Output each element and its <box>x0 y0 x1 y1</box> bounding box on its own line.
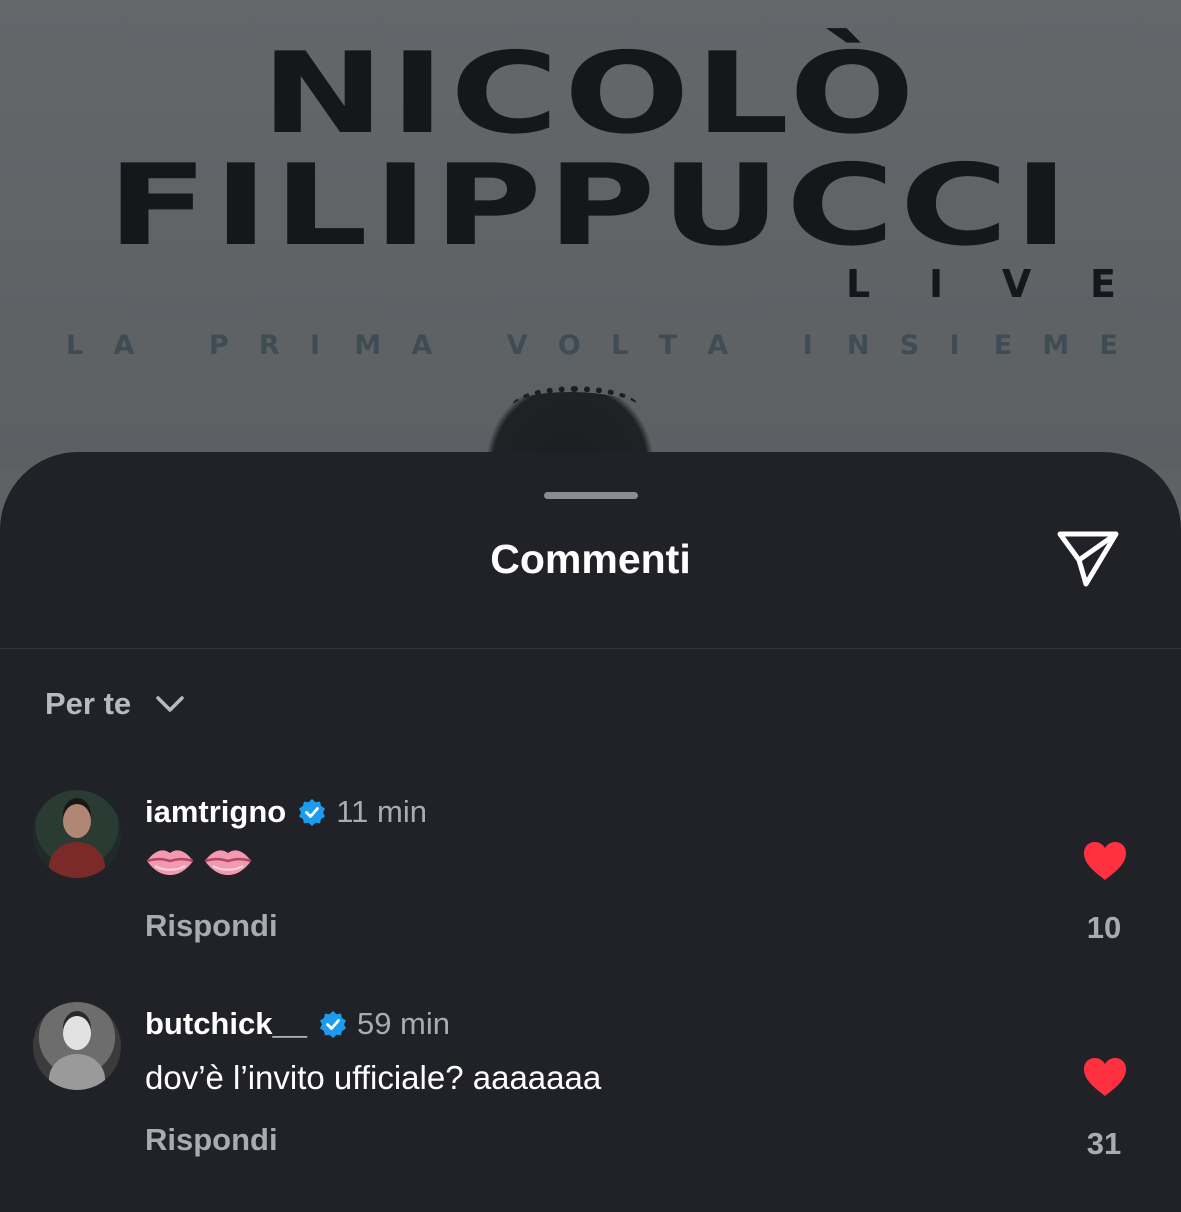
sort-dropdown[interactable]: Per te <box>45 684 185 724</box>
avatar-figure <box>49 1054 105 1090</box>
lips-emoji-icon <box>204 850 252 875</box>
poster-subtitle-letter: M <box>354 330 382 361</box>
sort-label: Per te <box>45 686 132 721</box>
send-icon <box>1057 531 1119 587</box>
avatar[interactable] <box>33 790 121 878</box>
comment-text <box>145 844 253 887</box>
poster-subtitle-letter: P <box>208 330 229 361</box>
comment-header: butchick__ 59 min <box>145 1004 450 1044</box>
poster-subtitle-letter: I <box>949 330 960 361</box>
heart-icon[interactable] <box>1082 1056 1128 1098</box>
comment-username[interactable]: iamtrigno <box>145 794 286 830</box>
poster-live-letter: V <box>1001 262 1032 306</box>
reply-button[interactable]: Rispondi <box>145 908 278 944</box>
poster-live-letter: L <box>846 262 871 306</box>
poster-subtitle-letter: T <box>658 330 677 361</box>
poster-subtitle-letter: V <box>506 330 528 361</box>
reply-button[interactable]: Rispondi <box>145 1122 278 1158</box>
avatar[interactable] <box>33 1002 121 1090</box>
poster-subtitle-letter <box>165 332 179 360</box>
lips-emoji-icon <box>146 850 194 875</box>
verified-badge-icon <box>319 1011 346 1038</box>
comments-sheet: Commenti Per te iamtrigno 11 min Rispond… <box>0 452 1181 1212</box>
verified-badge-icon <box>299 799 326 826</box>
poster-subtitle-letter: M <box>1042 330 1070 361</box>
poster-subtitle-letter: A <box>113 330 135 361</box>
poster-subtitle-letter: L <box>66 330 84 361</box>
share-button[interactable] <box>1052 526 1124 592</box>
poster-subtitle-letter: N <box>846 330 870 361</box>
sheet-drag-handle[interactable] <box>544 492 638 499</box>
comment-item: iamtrigno 11 min Rispondi 10 <box>0 790 1181 990</box>
avatar-face <box>63 1016 91 1050</box>
like-count: 31 <box>1086 1126 1122 1161</box>
poster-subtitle-letter: E <box>1099 330 1118 361</box>
poster-subtitle-letter: L <box>611 330 629 361</box>
header-divider <box>0 648 1181 649</box>
comment-time: 59 min <box>356 1006 450 1041</box>
poster-subtitle-letter: O <box>557 330 581 361</box>
poster-subtitle-letter <box>758 332 772 360</box>
poster-subtitle-letter: I <box>802 330 813 361</box>
poster-subtitle-letter: S <box>899 330 920 361</box>
poster-subtitle-letter: A <box>707 330 729 361</box>
poster-title-line2: FILIPPUCCI <box>107 141 1074 271</box>
avatar-face <box>63 804 91 838</box>
chevron-down-icon <box>156 696 184 712</box>
poster-live-letter: E <box>1090 262 1116 306</box>
avatar-figure <box>49 842 105 878</box>
poster-title-line1: NICOLÒ <box>260 29 921 159</box>
poster-live-text: L I V E <box>846 264 1116 304</box>
poster-subtitle-letter: R <box>258 330 280 361</box>
poster-subtitle-letter <box>463 332 477 360</box>
poster-subtitle-letter: E <box>993 330 1013 361</box>
poster-image: NICOLÒ FILIPPUCCI L I V E LA PRIMA VOLTA… <box>0 0 1181 470</box>
like-count: 10 <box>1086 910 1122 945</box>
comment-item: butchick__ 59 min dov’è l’invito ufficia… <box>0 1002 1181 1202</box>
comment-text: dov’è l’invito ufficiale? aaaaaaa <box>145 1059 602 1096</box>
poster-subtitle: LA PRIMA VOLTA INSIEME <box>66 332 1118 360</box>
comment-header: iamtrigno 11 min <box>145 792 427 832</box>
poster-subtitle-letter: A <box>411 330 433 361</box>
poster-subtitle-letter: I <box>309 330 321 361</box>
heart-icon[interactable] <box>1082 840 1128 882</box>
comment-username[interactable]: butchick__ <box>145 1006 307 1042</box>
comment-time: 11 min <box>336 794 427 829</box>
poster-live-letter: I <box>928 262 944 306</box>
sheet-title: Commenti <box>490 536 691 582</box>
